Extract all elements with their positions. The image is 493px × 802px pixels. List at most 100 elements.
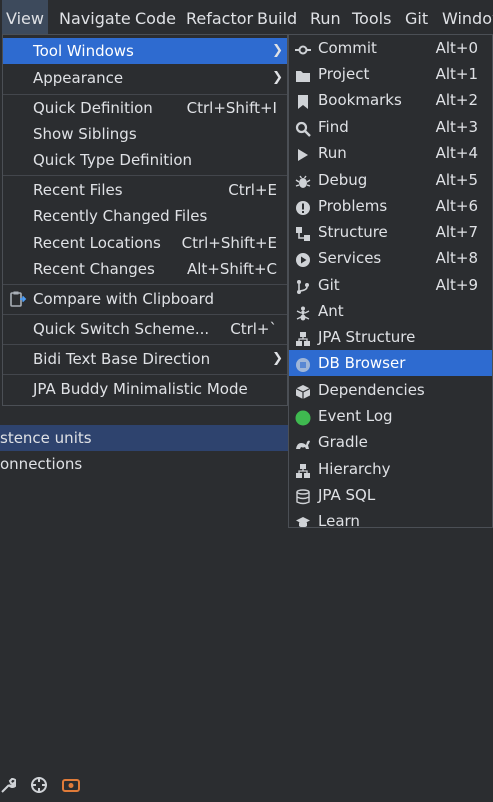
shortcut: Alt+5 xyxy=(435,171,478,189)
menu-item-quick-type-definition[interactable]: Quick Type Definition xyxy=(3,147,287,173)
chevron-right-icon: ❯ xyxy=(272,70,283,85)
menu-item-label: Quick Type Definition xyxy=(33,151,193,169)
menu-window[interactable]: Window xyxy=(442,0,493,38)
menu-item-recently-changed-files[interactable]: Recently Changed Files xyxy=(3,203,287,229)
menu-item-label: Event Log xyxy=(318,407,393,425)
shortcut: Alt+8 xyxy=(435,249,478,267)
tool-windows-submenu: Commit Alt+0 Project Alt+1 Bookmarks Alt… xyxy=(288,34,493,528)
tool-window-find[interactable]: Find Alt+3 xyxy=(289,114,492,140)
hierarchy-icon xyxy=(295,461,311,478)
menu-git[interactable]: Git xyxy=(405,0,428,38)
menu-item-label: Recent Changes xyxy=(33,260,155,278)
tool-window-hierarchy[interactable]: Hierarchy xyxy=(289,456,492,482)
shortcut: Alt+Shift+C xyxy=(186,260,277,278)
menu-bar: View Navigate Code Refactor Build Run To… xyxy=(0,0,493,38)
menu-item-label: Appearance xyxy=(33,69,124,87)
menu-item-bidi-text-direction[interactable]: Bidi Text Base Direction ❯ xyxy=(3,346,287,372)
tool-window-services[interactable]: Services Alt+8 xyxy=(289,245,492,271)
tool-window-dependencies[interactable]: Dependencies xyxy=(289,377,492,403)
menu-item-jpa-buddy-minimalistic[interactable]: JPA Buddy Minimalistic Mode xyxy=(3,376,287,402)
structure-icon xyxy=(295,224,311,241)
wrench-icon[interactable] xyxy=(0,776,18,798)
tool-window-run[interactable]: Run Alt+4 xyxy=(289,140,492,166)
eye-icon[interactable] xyxy=(62,776,80,798)
tree-row-connections[interactable]: onnections xyxy=(0,451,82,477)
search-icon xyxy=(295,119,311,137)
menu-view[interactable]: View xyxy=(2,0,48,38)
menu-navigate[interactable]: Navigate xyxy=(59,0,131,38)
separator xyxy=(3,284,287,285)
shortcut: Alt+1 xyxy=(435,65,478,83)
services-icon xyxy=(295,250,311,267)
menu-refactor[interactable]: Refactor xyxy=(186,0,253,38)
menu-item-label: Debug xyxy=(318,171,368,189)
menu-item-label: Show Siblings xyxy=(33,125,137,143)
menu-item-quick-definition[interactable]: Quick Definition Ctrl+Shift+I xyxy=(3,95,287,121)
shortcut: Alt+2 xyxy=(435,91,478,109)
folder-icon xyxy=(295,66,311,82)
menu-item-label: Find xyxy=(318,118,349,136)
menu-item-label: Services xyxy=(318,249,382,267)
tool-window-git[interactable]: Git Alt+9 xyxy=(289,272,492,298)
tool-window-bookmarks[interactable]: Bookmarks Alt+2 xyxy=(289,87,492,113)
menu-item-label: JPA Buddy Minimalistic Mode xyxy=(33,380,248,398)
jpa-structure-icon xyxy=(295,329,311,346)
menu-item-label: Run xyxy=(318,144,347,162)
tool-window-jpa-structure[interactable]: JPA Structure xyxy=(289,324,492,350)
menu-item-label: Bookmarks xyxy=(318,91,402,109)
tool-window-structure[interactable]: Structure Alt+7 xyxy=(289,219,492,245)
menu-item-label: Quick Switch Scheme... xyxy=(33,320,210,338)
menu-item-label: Bidi Text Base Direction xyxy=(33,350,211,368)
menu-item-recent-changes[interactable]: Recent Changes Alt+Shift+C xyxy=(3,256,287,282)
learn-icon xyxy=(295,513,311,527)
clipboard-compare-icon xyxy=(9,290,27,308)
menu-run[interactable]: Run xyxy=(310,0,341,38)
menu-item-label: Compare with Clipboard xyxy=(33,290,215,308)
tool-window-gradle[interactable]: Gradle xyxy=(289,429,492,455)
tool-window-event-log[interactable]: Event Log xyxy=(289,403,492,429)
separator xyxy=(3,175,287,176)
menu-item-label: Gradle xyxy=(318,433,368,451)
menu-item-quick-switch-scheme[interactable]: Quick Switch Scheme... Ctrl+` xyxy=(3,316,287,342)
menu-item-label: Hierarchy xyxy=(318,460,391,478)
menu-item-recent-locations[interactable]: Recent Locations Ctrl+Shift+E xyxy=(3,230,287,256)
menu-item-tool-windows[interactable]: Tool Windows ❯ xyxy=(3,38,287,64)
chevron-right-icon: ❯ xyxy=(272,43,283,58)
ant-icon xyxy=(295,303,311,321)
shortcut: Alt+3 xyxy=(435,118,478,136)
menu-item-label: JPA SQL xyxy=(318,486,376,504)
tool-window-problems[interactable]: Problems Alt+6 xyxy=(289,193,492,219)
menu-item-label: Project xyxy=(318,65,370,83)
menu-item-label: DB Browser xyxy=(318,354,406,372)
menu-item-label: Commit xyxy=(318,39,377,57)
tool-window-commit[interactable]: Commit Alt+0 xyxy=(289,35,492,61)
shortcut: Alt+0 xyxy=(435,39,478,57)
menu-item-show-siblings[interactable]: Show Siblings xyxy=(3,121,287,147)
tool-window-project[interactable]: Project Alt+1 xyxy=(289,61,492,87)
shortcut: Ctrl+E xyxy=(228,181,277,199)
menu-item-label: Recent Locations xyxy=(33,234,161,252)
tool-window-jpa-sql[interactable]: JPA SQL xyxy=(289,482,492,508)
menu-item-compare-clipboard[interactable]: Compare with Clipboard xyxy=(3,286,287,312)
menu-item-label: Ant xyxy=(318,302,344,320)
event-log-icon xyxy=(295,408,311,426)
tool-window-learn[interactable]: Learn xyxy=(289,508,492,527)
menu-item-label: Git xyxy=(318,276,340,294)
menu-item-appearance[interactable]: Appearance ❯ xyxy=(3,65,287,91)
crosshair-icon[interactable] xyxy=(30,776,48,798)
tool-window-debug[interactable]: Debug Alt+5 xyxy=(289,167,492,193)
separator xyxy=(3,344,287,345)
menu-item-recent-files[interactable]: Recent Files Ctrl+E xyxy=(3,177,287,203)
chevron-right-icon: ❯ xyxy=(272,351,283,366)
shortcut: Alt+6 xyxy=(435,197,478,215)
play-icon xyxy=(295,145,311,161)
tool-window-ant[interactable]: Ant xyxy=(289,298,492,324)
menu-item-label: Structure xyxy=(318,223,388,241)
menu-item-label: Recently Changed Files xyxy=(33,207,208,225)
tool-window-db-browser[interactable]: DB Browser xyxy=(289,350,492,376)
dependencies-icon xyxy=(295,382,311,399)
menu-tools[interactable]: Tools xyxy=(352,0,391,38)
menu-build[interactable]: Build xyxy=(257,0,297,38)
menu-code[interactable]: Code xyxy=(135,0,176,38)
shortcut: Alt+9 xyxy=(435,276,478,294)
